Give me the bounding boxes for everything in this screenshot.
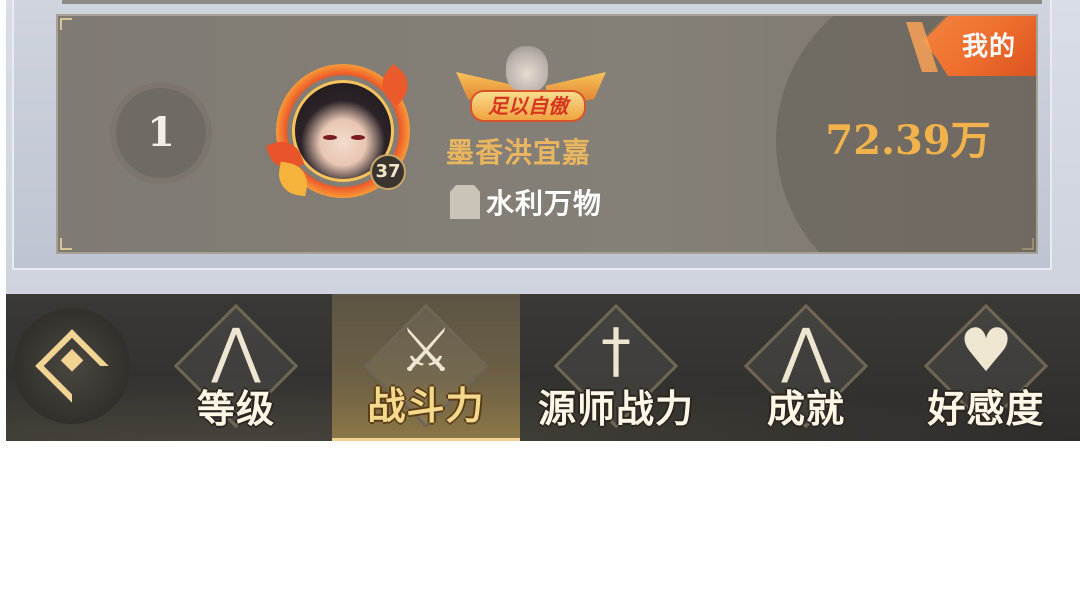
tab-label: 好感度: [927, 387, 1045, 431]
corner-ornament: [60, 238, 72, 250]
title-banner: 足以自傲: [470, 90, 586, 122]
guild-icon: [450, 185, 480, 219]
tab-label: 成就: [766, 387, 845, 431]
character-head-icon: [506, 46, 548, 92]
rank-number: 1: [147, 109, 175, 156]
back-arrow-icon: [35, 329, 109, 403]
player-level-badge: 37: [370, 154, 406, 190]
game-screen: 我的 1 37 足以自傲 墨香洪宜嘉 水利万物 72.39万 ⋀ 等级 ⚔ 战斗…: [0, 0, 1080, 606]
tab-mentor-power[interactable]: † 源师战力: [522, 294, 710, 441]
guild-name: 水利万物: [486, 187, 603, 220]
achievement-glyph: ⋀: [781, 316, 831, 386]
level-glyph: ⋀: [211, 316, 261, 386]
my-rank-card[interactable]: 我的 1 37 足以自傲 墨香洪宜嘉 水利万物 72.39万: [56, 14, 1038, 254]
tab-affection[interactable]: ♥ 好感度: [892, 294, 1080, 441]
avatar-eye: [351, 135, 365, 140]
affection-glyph: ♥: [959, 316, 1013, 386]
tab-label: 战斗力: [367, 384, 485, 428]
guild-info: 水利万物: [450, 184, 602, 220]
previous-row-edge: [62, 0, 1042, 4]
mine-flag: 我的: [888, 16, 1036, 76]
ranking-tab-bar: ⋀ 等级 ⚔ 战斗力 † 源师战力 ⋀ 成就 ♥ 好感度: [6, 294, 1080, 441]
tab-achievement[interactable]: ⋀ 成就: [712, 294, 900, 441]
tab-combat-power[interactable]: ⚔ 战斗力: [332, 294, 520, 441]
player-name: 墨香洪宜嘉: [446, 136, 592, 169]
combat-power-value: 72.39万: [825, 117, 991, 164]
back-button[interactable]: [14, 308, 130, 424]
tab-label: 源师战力: [537, 387, 694, 431]
avatar-eye: [323, 135, 337, 140]
tab-level[interactable]: ⋀ 等级: [142, 294, 330, 441]
mine-label: 我的: [961, 32, 1016, 62]
tab-label: 等级: [196, 387, 275, 431]
sword-glyph: †: [601, 316, 631, 386]
player-title-emblem: 足以自傲: [448, 46, 608, 124]
corner-ornament: [60, 18, 72, 30]
